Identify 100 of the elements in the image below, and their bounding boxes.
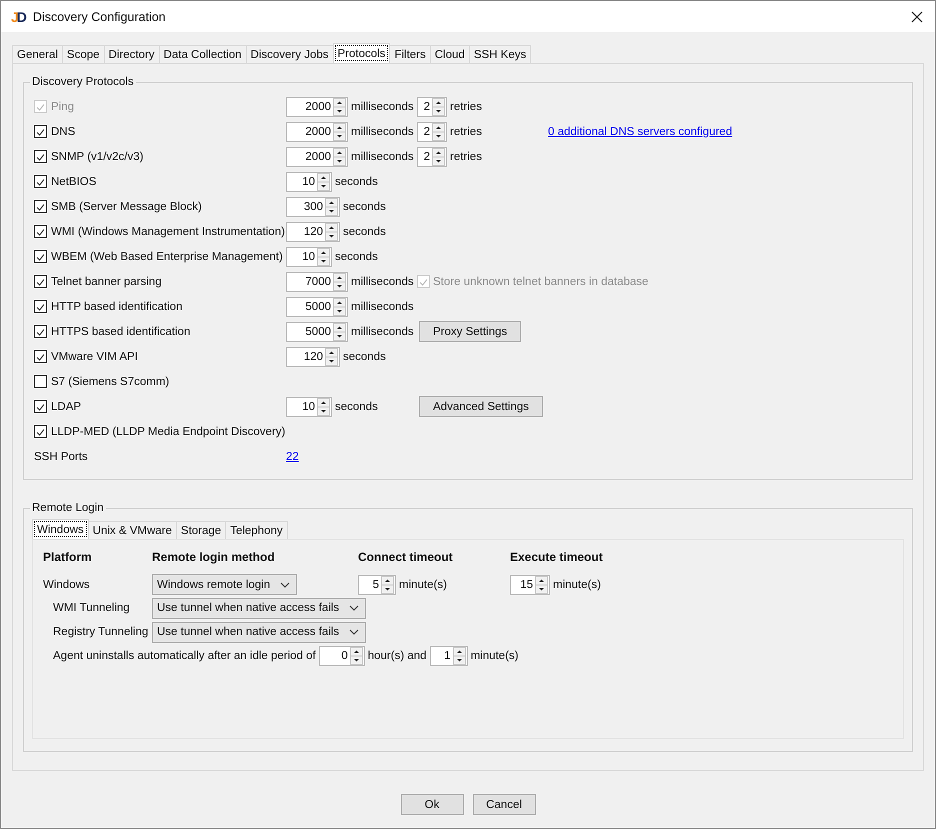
checkbox[interactable] xyxy=(34,200,47,213)
number-spinner[interactable]: 10 xyxy=(286,396,332,416)
number-spinner[interactable]: 2 xyxy=(417,122,447,142)
ssh-ports-link[interactable]: 22 xyxy=(286,450,299,462)
number-spinner[interactable]: 15 xyxy=(510,574,550,594)
dialog-button[interactable]: Cancel xyxy=(472,794,536,815)
app-logo: JD xyxy=(11,8,25,24)
tab[interactable]: SSH Keys xyxy=(468,45,532,63)
number-spinner[interactable]: 1 xyxy=(430,646,468,666)
dns-servers-link[interactable]: 0 additional DNS servers configured xyxy=(548,126,732,138)
tunneling-label: Registry Tunneling xyxy=(53,626,150,638)
number-spinner[interactable]: 2 xyxy=(417,146,447,166)
spin-arrows-icon[interactable] xyxy=(333,298,346,316)
spin-arrows-icon[interactable] xyxy=(333,272,346,290)
protocol-label: Telnet banner parsing xyxy=(51,276,162,288)
column-header: Connect timeout xyxy=(358,550,454,564)
number-spinner[interactable]: 10 xyxy=(286,246,332,266)
unit-label: minute(s) xyxy=(470,650,518,662)
spin-arrows-icon[interactable] xyxy=(317,398,330,416)
dialog-button[interactable]: Ok xyxy=(400,794,464,815)
unit-label: retries xyxy=(450,126,482,138)
protocol-label: DNS xyxy=(51,126,76,138)
checkbox[interactable] xyxy=(34,150,47,163)
close-icon[interactable] xyxy=(911,10,923,22)
spin-arrows-icon[interactable] xyxy=(333,122,346,140)
unit-label: milliseconds xyxy=(351,100,414,112)
checkbox[interactable] xyxy=(34,125,47,138)
protocol-label: SMB (Server Message Block) xyxy=(51,200,202,212)
checkbox[interactable] xyxy=(34,375,47,388)
spin-arrows-icon[interactable] xyxy=(325,198,338,216)
spin-arrows-icon[interactable] xyxy=(535,576,548,594)
tab[interactable]: Storage xyxy=(176,521,226,539)
tab[interactable]: General xyxy=(12,45,63,63)
number-spinner[interactable]: 5 xyxy=(358,574,396,594)
spin-arrows-icon[interactable] xyxy=(452,647,466,665)
agent-label: Agent uninstalls automatically after an idle period of xyxy=(53,650,316,662)
checkbox[interactable] xyxy=(34,225,47,238)
spin-arrows-icon[interactable] xyxy=(381,576,394,594)
spin-arrows-icon[interactable] xyxy=(317,248,330,266)
number-spinner[interactable]: 7000 xyxy=(286,272,348,292)
number-spinner[interactable]: 120 xyxy=(286,222,340,242)
dropdown[interactable]: Use tunnel when native access fails xyxy=(152,622,366,642)
unit-label: milliseconds xyxy=(351,150,414,162)
checkbox[interactable] xyxy=(34,325,47,338)
protocol-label: SNMP (v1/v2c/v3) xyxy=(51,150,144,162)
column-header: Platform xyxy=(43,550,93,564)
dropdown[interactable]: Windows remote login xyxy=(152,574,298,595)
protocol-label: NetBIOS xyxy=(51,176,96,188)
spin-arrows-icon[interactable] xyxy=(432,122,445,140)
spin-arrows-icon[interactable] xyxy=(350,647,363,665)
unit-label: minute(s) xyxy=(399,578,447,590)
spin-arrows-icon[interactable] xyxy=(333,322,346,340)
number-spinner[interactable]: 120 xyxy=(286,346,340,366)
checkbox[interactable] xyxy=(34,400,47,413)
unit-label: seconds xyxy=(343,200,386,212)
spin-arrows-icon[interactable] xyxy=(432,148,445,166)
unit-label: seconds xyxy=(335,400,378,412)
settings-button[interactable]: Proxy Settings xyxy=(419,321,522,342)
spin-arrows-icon[interactable] xyxy=(333,98,346,116)
checkbox[interactable] xyxy=(34,250,47,263)
tab[interactable]: Discovery Jobs xyxy=(246,45,334,63)
spin-arrows-icon[interactable] xyxy=(325,348,338,366)
spin-arrows-icon[interactable] xyxy=(333,148,346,166)
dropdown[interactable]: Use tunnel when native access fails xyxy=(152,598,366,618)
tunneling-label: WMI Tunneling xyxy=(53,602,131,614)
protocol-label: WMI (Windows Management Instrumentation) xyxy=(51,226,285,238)
checkbox[interactable] xyxy=(34,175,47,188)
tab[interactable]: Telephony xyxy=(225,521,288,539)
number-spinner[interactable]: 5000 xyxy=(286,322,348,342)
column-header: Remote login method xyxy=(152,550,276,564)
unit-label: seconds xyxy=(335,250,378,262)
checkbox[interactable] xyxy=(34,350,47,363)
unit-label: milliseconds xyxy=(351,300,414,312)
tab[interactable]: Directory xyxy=(104,45,160,63)
unit-label: seconds xyxy=(343,350,386,362)
protocol-label: VMware VIM API xyxy=(51,350,138,362)
protocol-label: LDAP xyxy=(51,400,82,412)
chevron-down-icon xyxy=(349,605,360,611)
spin-arrows-icon[interactable] xyxy=(432,98,445,116)
tab[interactable]: Scope xyxy=(62,45,105,63)
unit-label: milliseconds xyxy=(351,126,414,138)
group-title: Discovery Protocols xyxy=(31,76,135,88)
ssh-ports-label: SSH Ports xyxy=(34,450,88,462)
spin-arrows-icon[interactable] xyxy=(317,172,330,190)
settings-button[interactable]: Advanced Settings xyxy=(419,396,543,417)
checkbox[interactable] xyxy=(34,275,47,288)
number-spinner[interactable]: 2000 xyxy=(286,146,348,166)
tab[interactable]: Protocols xyxy=(332,43,390,63)
checkbox[interactable] xyxy=(34,300,47,313)
checkbox[interactable] xyxy=(34,425,47,438)
unit-label: retries xyxy=(450,100,482,112)
number-spinner[interactable]: 5000 xyxy=(286,296,348,316)
protocol-label: WBEM (Web Based Enterprise Management) xyxy=(51,250,283,262)
spin-arrows-icon[interactable] xyxy=(325,222,338,240)
tab[interactable]: Windows xyxy=(32,519,89,539)
number-spinner[interactable]: 300 xyxy=(286,196,340,216)
number-spinner[interactable]: 10 xyxy=(286,172,332,192)
checkbox-label: Store unknown telnet banners in database xyxy=(433,276,648,288)
number-spinner[interactable]: 2000 xyxy=(286,122,348,142)
number-spinner[interactable]: 0 xyxy=(318,646,365,666)
